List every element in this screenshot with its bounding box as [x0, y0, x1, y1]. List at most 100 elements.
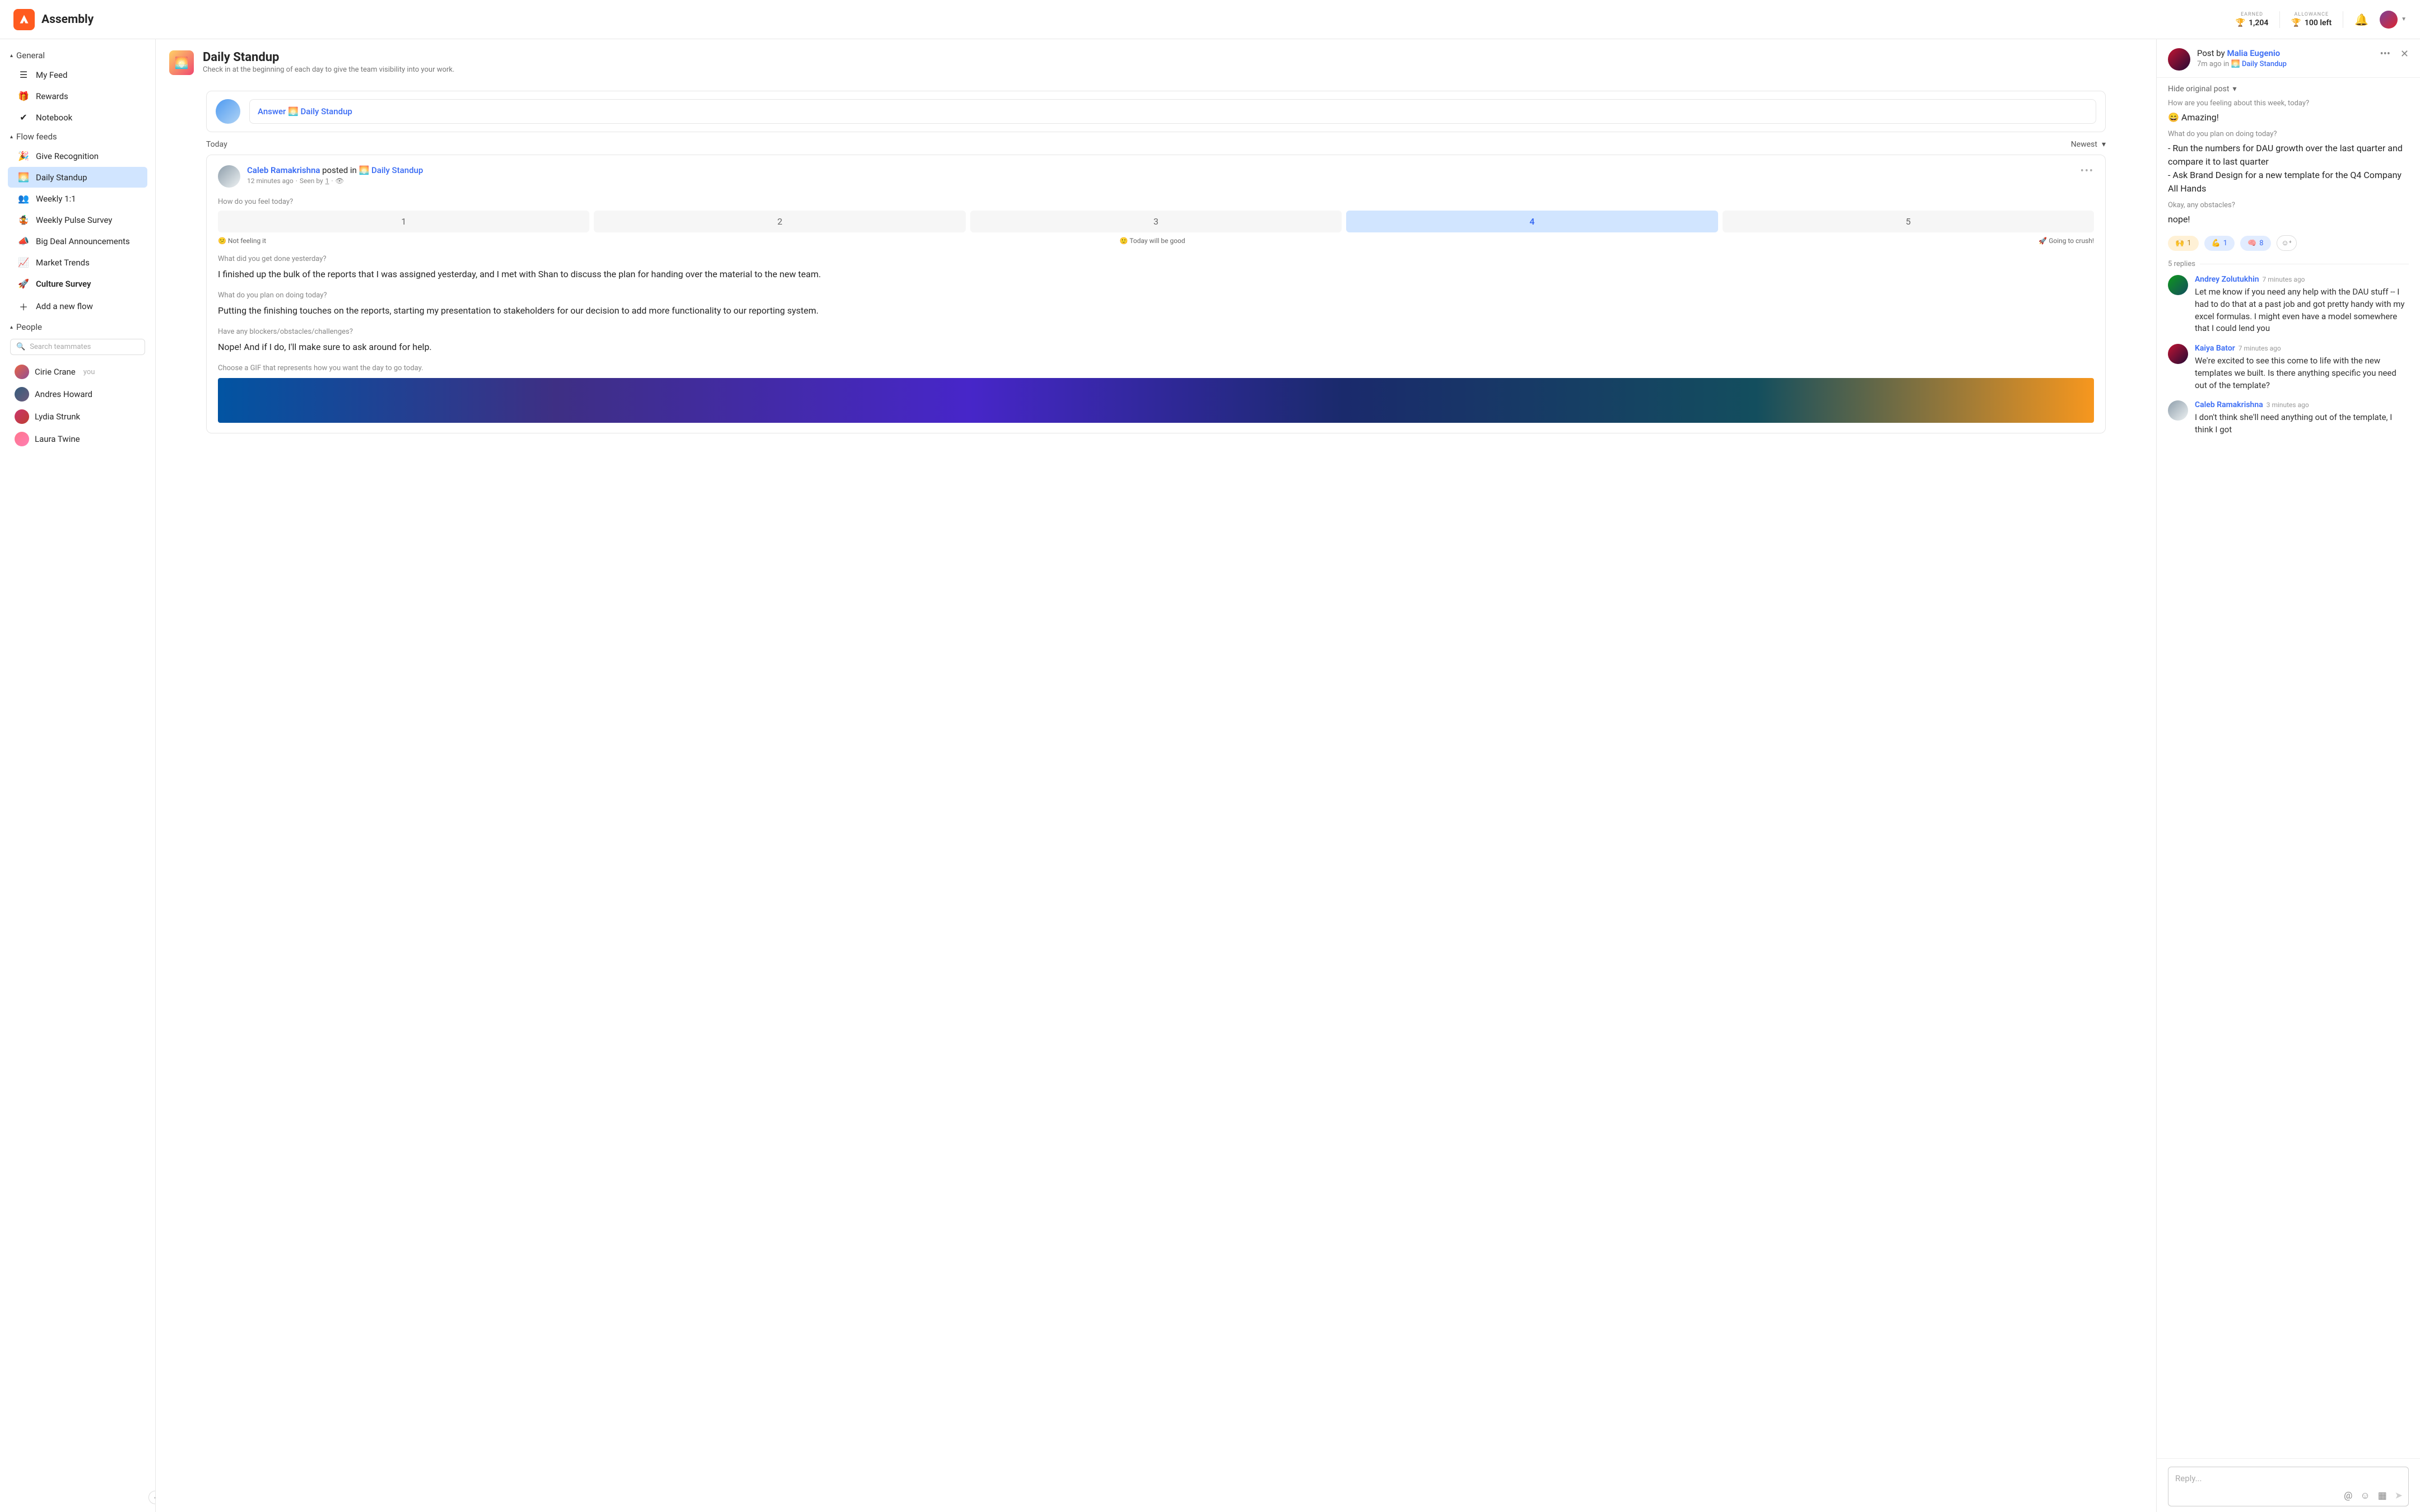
person-name: Lydia Strunk — [35, 412, 80, 422]
section-people[interactable]: ▴People — [4, 319, 151, 335]
reaction-muscle[interactable]: 💪 1 — [2204, 236, 2235, 251]
avatar — [2168, 344, 2188, 364]
flow-daily-standup[interactable]: 🌅Daily Standup — [8, 167, 147, 188]
scale-4[interactable]: 4 — [1346, 211, 1718, 232]
reply-author[interactable]: Caleb Ramakrishna — [2195, 400, 2263, 409]
reaction-brain[interactable]: 🧠 8 — [2240, 236, 2271, 251]
reply-author[interactable]: Andrey Zolutukhin — [2195, 275, 2259, 284]
flow-pulse-survey[interactable]: 🤹Weekly Pulse Survey — [8, 209, 147, 230]
notifications-icon[interactable]: 🔔 — [2354, 13, 2368, 26]
pulse-icon: 🤹 — [18, 214, 29, 225]
question-label: What do you plan on doing today? — [218, 291, 2094, 300]
flow-give-recognition[interactable]: 🎉 Give Recognition — [8, 146, 147, 166]
nav-notebook[interactable]: ✔︎Notebook — [8, 107, 147, 128]
scale-1[interactable]: 1 — [218, 211, 589, 232]
flow-weekly-11[interactable]: 👥Weekly 1:1 — [8, 188, 147, 209]
today-label: Today — [206, 140, 227, 149]
visibility-icon: 👁 — [336, 177, 344, 185]
add-flow[interactable]: ＋Add a new flow — [8, 295, 147, 318]
close-icon[interactable]: ✕ — [2400, 48, 2409, 60]
reply-body: I don't think she'll need anything out o… — [2195, 412, 2409, 436]
nav-label: Add a new flow — [36, 301, 93, 311]
post-time: 12 minutes ago — [247, 177, 294, 185]
hide-original-toggle[interactable]: Hide original post▾ — [2168, 85, 2409, 94]
user-menu[interactable]: ▼ — [2380, 11, 2407, 29]
post-menu-icon[interactable]: ••• — [2380, 48, 2390, 60]
person-item[interactable]: Andres Howard — [4, 383, 151, 405]
divider — [2279, 11, 2280, 28]
send-icon[interactable]: ➤ — [2395, 1490, 2403, 1501]
scale-2[interactable]: 2 — [594, 211, 965, 232]
stat-allowance[interactable]: ALLOWANCE 🏆 100 left — [2291, 12, 2331, 27]
avatar — [15, 432, 29, 446]
post-verb: posted in — [320, 165, 359, 175]
stat-earned-value: 1,204 — [2249, 18, 2268, 27]
brand[interactable]: Assembly — [13, 9, 94, 30]
mention-icon[interactable]: @ — [2344, 1490, 2352, 1501]
detail-time: 7m ago in — [2197, 60, 2231, 68]
section-flows[interactable]: ▴Flow feeds — [4, 128, 151, 145]
emoji-icon[interactable]: ☺ — [2360, 1490, 2370, 1501]
detail-flow-link[interactable]: Daily Standup — [2242, 60, 2287, 68]
chart-icon: 📈 — [18, 257, 29, 268]
nav-label: Rewards — [36, 91, 68, 101]
answer-text: - Ask Brand Design for a new template fo… — [2168, 169, 2409, 195]
reply-placeholder: Reply... — [2175, 1473, 2202, 1483]
reply-item: Kaiya Bator7 minutes agoWe're excited to… — [2168, 344, 2409, 391]
trophy-icon: 🏆 — [2291, 18, 2301, 27]
question-label: Okay, any obstacles? — [2168, 201, 2409, 209]
avatar — [2168, 48, 2190, 71]
reaction-hands[interactable]: 🙌 1 — [2168, 236, 2199, 251]
nav-label: Give Recognition — [36, 151, 99, 161]
feed-title: Daily Standup — [203, 50, 454, 64]
stat-allowance-value: 100 left — [2305, 18, 2331, 27]
reaction-count: 8 — [2259, 239, 2263, 248]
person-item[interactable]: Laura Twine — [4, 428, 151, 450]
nav-my-feed[interactable]: ☰My Feed — [8, 64, 147, 85]
search-placeholder: Search teammates — [30, 343, 91, 351]
scale-label-high: 🚀 Going to crush! — [2039, 237, 2094, 245]
flow-culture-survey[interactable]: 🚀Culture Survey — [8, 273, 147, 294]
detail-author[interactable]: Malia Eugenio — [2227, 48, 2280, 58]
seen-count[interactable]: 1 — [325, 177, 329, 185]
answer-prefix: Answer — [258, 106, 288, 116]
post-author[interactable]: Caleb Ramakrishna — [247, 165, 320, 175]
answer-text: I finished up the bulk of the reports th… — [218, 268, 2094, 281]
avatar — [218, 165, 240, 188]
reply-author[interactable]: Kaiya Bator — [2195, 344, 2235, 353]
confetti-icon: 🎉 — [18, 151, 29, 161]
collapse-sidebar-button[interactable]: ‹ — [148, 1491, 156, 1504]
answer-button[interactable]: Answer 🌅 Daily Standup — [249, 99, 2096, 124]
sort-select[interactable]: Newest▾ — [2071, 140, 2106, 149]
chevron-left-icon: ‹ — [154, 1494, 156, 1501]
topbar-right: EARNED 🏆1,204 ALLOWANCE 🏆 100 left 🔔 ▼ — [2236, 11, 2407, 29]
reactions: 🙌 1 💪 1 🧠 8 ☺︎⁺ — [2168, 235, 2409, 251]
person-item[interactable]: Lydia Strunk — [4, 405, 151, 428]
gif-icon[interactable]: ▦ — [2378, 1490, 2387, 1501]
section-general[interactable]: ▴General — [4, 47, 151, 64]
post-flow-link[interactable]: Daily Standup — [371, 165, 423, 175]
avatar — [2380, 11, 2398, 29]
scale-5[interactable]: 5 — [1723, 211, 2094, 232]
scale-3[interactable]: 3 — [970, 211, 1342, 232]
nav-rewards[interactable]: 🎁 Rewards — [8, 86, 147, 106]
reply-textbox[interactable]: Reply... @ ☺ ▦ ➤ — [2168, 1467, 2409, 1506]
caret-up-icon: ▴ — [10, 53, 13, 59]
add-reaction[interactable]: ☺︎⁺ — [2277, 235, 2297, 251]
replies-count: 5 replies — [2168, 260, 2195, 268]
stat-allowance-label: ALLOWANCE — [2295, 12, 2329, 17]
reply-body: We're excited to see this come to life w… — [2195, 355, 2409, 391]
reply-body: Let me know if you need any help with th… — [2195, 286, 2409, 335]
search-teammates[interactable]: 🔍Search teammates — [10, 339, 145, 355]
hide-label: Hide original post — [2168, 85, 2229, 94]
post-menu-icon[interactable]: ••• — [2081, 165, 2094, 188]
person-item[interactable]: Cirie Craneyou — [4, 361, 151, 383]
sidebar: ▴General ☰My Feed 🎁 Rewards ✔︎Notebook ▴F… — [0, 39, 156, 1512]
flow-market-trends[interactable]: 📈Market Trends — [8, 252, 147, 273]
flow-big-deal[interactable]: 📣Big Deal Announcements — [8, 231, 147, 251]
flow-icon: 🌅 — [169, 50, 194, 75]
stat-earned[interactable]: EARNED 🏆1,204 — [2236, 12, 2269, 27]
post-byline: Caleb Ramakrishna posted in 🌅 Daily Stan… — [247, 165, 2074, 175]
scale-label-low: 😕 Not feeling it — [218, 237, 266, 245]
gift-icon: 🎁 — [18, 91, 29, 101]
